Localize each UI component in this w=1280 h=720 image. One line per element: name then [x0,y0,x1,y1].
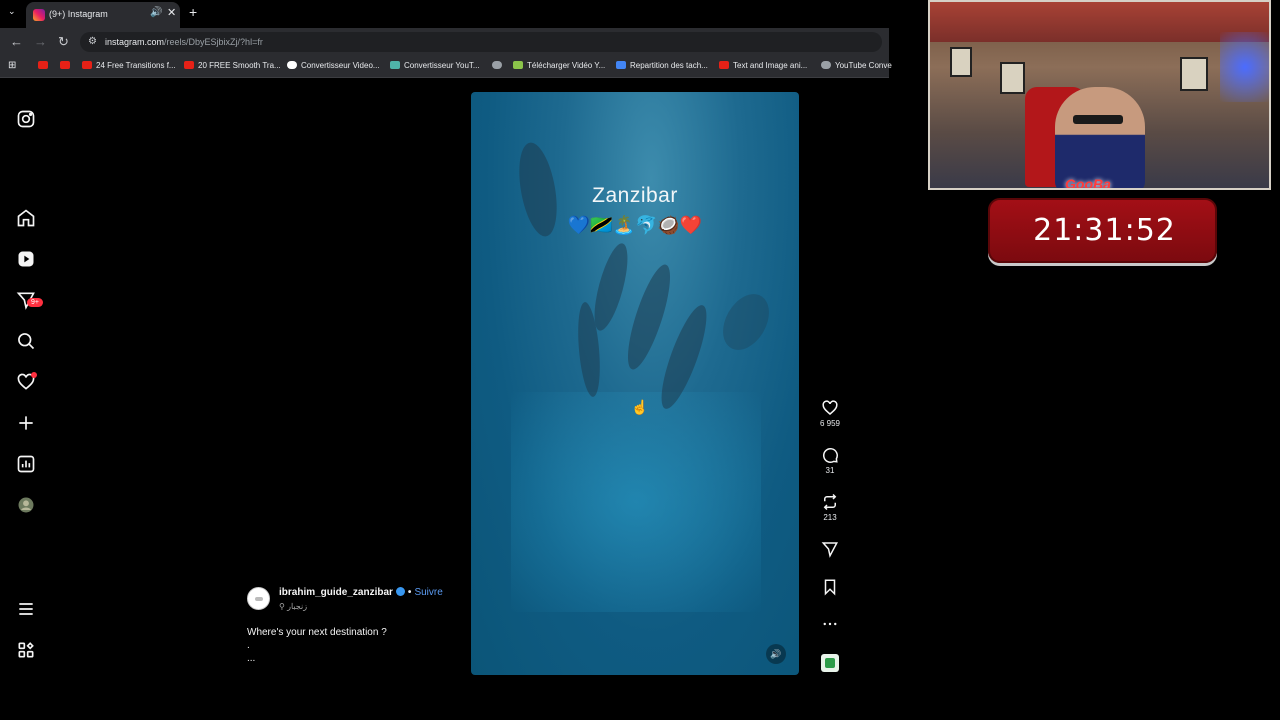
bookmark-item[interactable]: 24 Free Transitions f... [82,61,176,70]
browser-window: ⌄ (9+) Instagram 🔊 ✕ + ← → ↻ ⚙ instagram… [0,0,892,690]
home-icon[interactable] [16,208,36,228]
dolphin-shape [713,286,779,358]
docs-icon [616,61,626,69]
profile-avatar[interactable] [16,495,36,515]
location-pin-icon: ⚲ [279,602,285,611]
youtube-icon [60,61,70,69]
follow-button[interactable]: Suivre [414,587,442,598]
mouse-cursor: ☝ [631,399,649,415]
bookmark-item[interactable]: Convertisseur Video... [287,61,380,70]
bookmark-item[interactable]: Convertisseur YouT... [390,61,480,70]
original-audio-thumbnail[interactable] [821,654,839,672]
bookmarks-bar: ⊞ 24 Free Transitions f... 20 FREE Smoot… [0,56,892,78]
reels-icon[interactable] [16,249,36,269]
url-text: instagram.com/reels/DbyESjbixZj/?hl=fr [105,37,263,47]
bookmark-icon [824,579,836,596]
download-icon [513,61,523,69]
caption-line: . [247,640,250,651]
caption-line: Where's your next destination ? [247,627,387,638]
webcam-overlay: GooBa [928,0,1271,190]
reel-caption: Where's your next destination ? . ... [247,626,387,665]
apps-grid-icon[interactable]: ⊞ [8,60,16,71]
bookmark-item[interactable] [60,61,74,70]
dashboard-icon[interactable] [16,454,36,474]
send-icon [821,542,838,558]
separator: • [407,587,412,598]
forward-icon[interactable]: → [34,34,47,49]
create-icon[interactable] [16,413,36,433]
volume-icon[interactable]: 🔊 [766,644,786,664]
repost-count: 213 [823,513,837,522]
sunglasses [1073,115,1123,124]
youtube-icon [38,61,48,69]
tab-search-icon[interactable]: ⌄ [8,6,16,17]
youtube-icon [719,61,729,69]
timer-text: 21:31:52 [1033,213,1176,248]
more-apps-icon[interactable] [16,640,36,660]
author-avatar[interactable] [247,587,270,610]
bookmark-item[interactable] [492,61,506,70]
converter-icon [390,61,400,69]
bookmark-item[interactable]: Télécharger Vidéo Y... [513,61,605,70]
stream-timer: 21:31:52 [988,198,1217,263]
back-icon[interactable]: ← [10,34,23,49]
instagram-page: 9+ Zanzibar 💙🇹🇿🏝️🐬🥥❤️ ☝ 🔊 6 959 31 213 i… [0,79,889,690]
tab-instagram[interactable]: (9+) Instagram 🔊 ✕ [26,2,180,28]
ellipsis-icon [823,622,837,626]
address-bar[interactable]: ⚙ instagram.com/reels/DbyESjbixZj/?hl=fr [80,32,882,52]
neon-light [1220,32,1269,102]
tab-strip: ⌄ (9+) Instagram 🔊 ✕ + [0,0,889,28]
more-options-button[interactable] [818,615,842,633]
new-tab-button[interactable]: + [189,4,197,20]
like-count: 6 959 [819,419,841,428]
youtube-icon [82,61,92,69]
bookmark-item[interactable]: Text and Image ani... [719,61,807,70]
globe-icon [492,61,502,69]
author-line: ibrahim_guide_zanzibar • Suivre [279,587,443,598]
reel-overlay-title: Zanzibar [592,184,678,207]
streamer [1055,87,1145,188]
share-button[interactable] [818,540,842,558]
heart-icon [822,400,838,415]
verified-icon [395,587,405,596]
menu-icon[interactable] [16,599,36,619]
speaker-icon[interactable]: 🔊 [150,7,162,18]
browser-toolbar: ← → ↻ ⚙ instagram.com/reels/DbyESjbixZj/… [0,28,889,56]
comment-icon [823,448,838,463]
wall-poster [950,47,972,77]
reel-video[interactable]: Zanzibar 💙🇹🇿🏝️🐬🥥❤️ ☝ 🔊 [471,92,799,675]
site-info-icon[interactable]: ⚙ [88,36,97,47]
notification-dot [31,372,37,378]
bookmark-item[interactable] [38,61,52,70]
wall-poster [1000,62,1025,94]
close-icon[interactable]: ✕ [167,6,176,19]
comment-button[interactable]: 31 [818,446,842,475]
save-button[interactable] [818,578,842,596]
like-button[interactable]: 6 959 [818,399,842,428]
instagram-favicon-icon [33,9,45,21]
messages-badge: 9+ [27,298,43,307]
reload-icon[interactable]: ↻ [58,34,69,50]
streamer-logo: GooBa [1065,176,1111,190]
instagram-logo-icon[interactable] [16,109,36,129]
reel-overlay-emoji: 💙🇹🇿🏝️🐬🥥❤️ [567,215,703,235]
bookmark-item[interactable]: YouTube Conve [821,61,892,70]
caption-more[interactable]: ... [247,652,387,665]
dolphin-shape [587,240,635,334]
google-icon [287,61,297,69]
repost-button[interactable]: 213 [818,493,842,522]
bookmark-item[interactable]: Repartition des tach... [616,61,708,70]
wall-poster [1180,57,1208,91]
globe-icon [821,61,831,69]
youtube-icon [184,61,194,69]
bookmark-item[interactable]: 20 FREE Smooth Tra... [184,61,281,70]
comment-count: 31 [825,466,835,475]
tab-title: (9+) Instagram [49,9,108,19]
repost-icon [823,493,837,511]
water-light [511,392,761,612]
search-icon[interactable] [16,331,36,351]
author-location[interactable]: ⚲ زنجبار [279,602,307,611]
author-username[interactable]: ibrahim_guide_zanzibar [279,587,393,598]
